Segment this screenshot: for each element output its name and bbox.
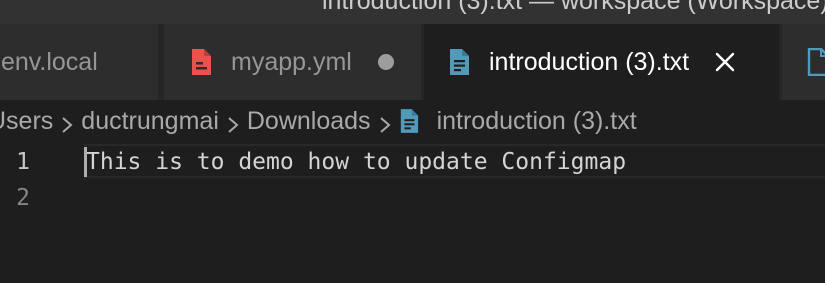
chevron-right-icon: [227, 112, 239, 133]
breadcrumb-item-downloads[interactable]: Downloads: [247, 107, 371, 136]
tab-myapp-yml[interactable]: myapp.yml: [164, 24, 421, 100]
line-number: 1: [16, 149, 30, 175]
close-icon[interactable]: [715, 52, 735, 72]
editor-window: introduction (3).txt — workspace (Worksp…: [0, 0, 825, 283]
title-bar: introduction (3).txt — workspace (Worksp…: [0, 0, 825, 24]
chevron-right-icon: [379, 112, 391, 133]
tab-env-local[interactable]: .env.local: [0, 24, 161, 100]
tab-introduction-txt[interactable]: introduction (3).txt: [424, 24, 779, 100]
tab-label: myapp.yml: [231, 47, 352, 76]
text-cursor: [84, 147, 87, 177]
breadcrumb-item-users[interactable]: Users: [0, 107, 53, 136]
text-file-icon: [807, 47, 825, 77]
tab-partial[interactable]: [782, 24, 825, 100]
editor-line[interactable]: 1 This is to demo how to update Configma…: [0, 144, 825, 180]
unsaved-dot-icon[interactable]: [377, 54, 394, 70]
tab-label: .env.local: [0, 47, 98, 76]
yaml-file-icon: [190, 48, 212, 76]
line-text[interactable]: This is to demo how to update Configmap: [86, 144, 626, 180]
window-title: introduction (3).txt — workspace (Worksp…: [322, 0, 825, 15]
text-file-icon: [399, 108, 419, 134]
text-file-icon: [448, 48, 470, 76]
tab-label: introduction (3).txt: [489, 47, 690, 76]
breadcrumb-item-file[interactable]: introduction (3).txt: [437, 107, 637, 136]
breadcrumb-item-ductrungmai[interactable]: ductrungmai: [81, 107, 219, 136]
tab-bar: .env.local myapp.yml introduction (3).tx…: [0, 24, 825, 100]
breadcrumb: Users ductrungmai Downloads introduction…: [0, 100, 825, 142]
line-number: 2: [16, 185, 30, 211]
text-editor[interactable]: 1 This is to demo how to update Configma…: [0, 142, 825, 283]
chevron-right-icon: [61, 112, 73, 133]
editor-line[interactable]: 2: [0, 180, 825, 216]
